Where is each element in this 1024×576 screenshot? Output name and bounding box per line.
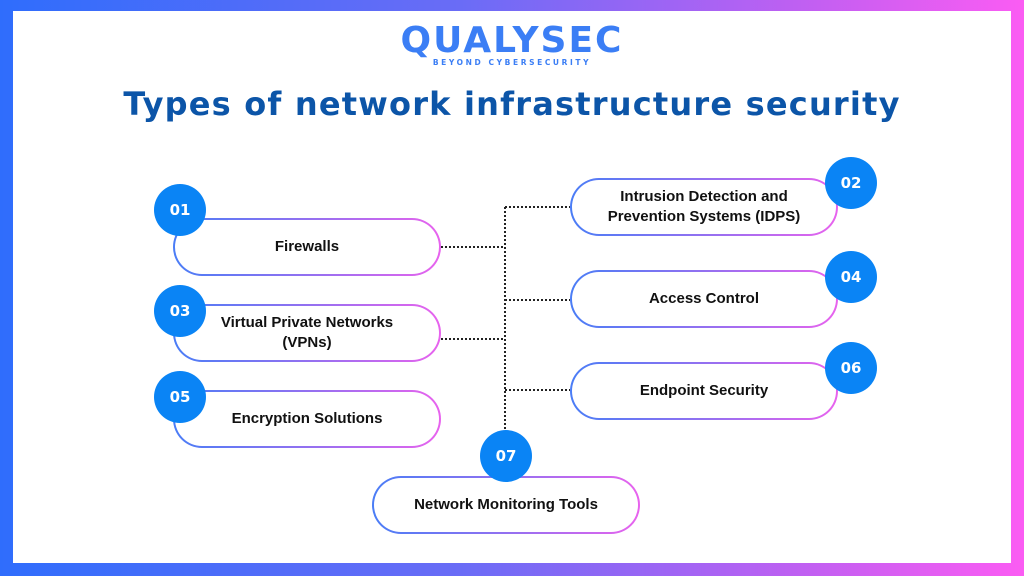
number-badge-04: 04 (825, 251, 877, 303)
item-label: Access Control (648, 290, 760, 307)
item-encryption: Encryption Solutions (173, 390, 441, 448)
number-badge-06: 06 (825, 342, 877, 394)
number-badge-05: 05 (154, 371, 206, 423)
item-endpoint-security: Endpoint Security (570, 362, 838, 420)
number-badge-03: 03 (154, 285, 206, 337)
item-vpns: Virtual Private Networks (VPNs) (173, 304, 441, 362)
item-label: Network Monitoring Tools (414, 496, 598, 513)
item-firewalls: Firewalls (173, 218, 441, 276)
item-label: Endpoint Security (639, 382, 769, 399)
item-access-control: Access Control (570, 270, 838, 328)
number-badge-01: 01 (154, 184, 206, 236)
item-label: Intrusion Detection and Prevention Syste… (607, 188, 801, 225)
item-label: Virtual Private Networks (VPNs) (220, 314, 394, 351)
item-label: Firewalls (274, 238, 340, 255)
item-idps: Intrusion Detection and Prevention Syste… (570, 178, 838, 236)
number-badge-07: 07 (480, 430, 532, 482)
item-label: Encryption Solutions (231, 410, 383, 427)
number-badge-02: 02 (825, 157, 877, 209)
item-network-monitoring: Network Monitoring Tools (372, 476, 640, 534)
